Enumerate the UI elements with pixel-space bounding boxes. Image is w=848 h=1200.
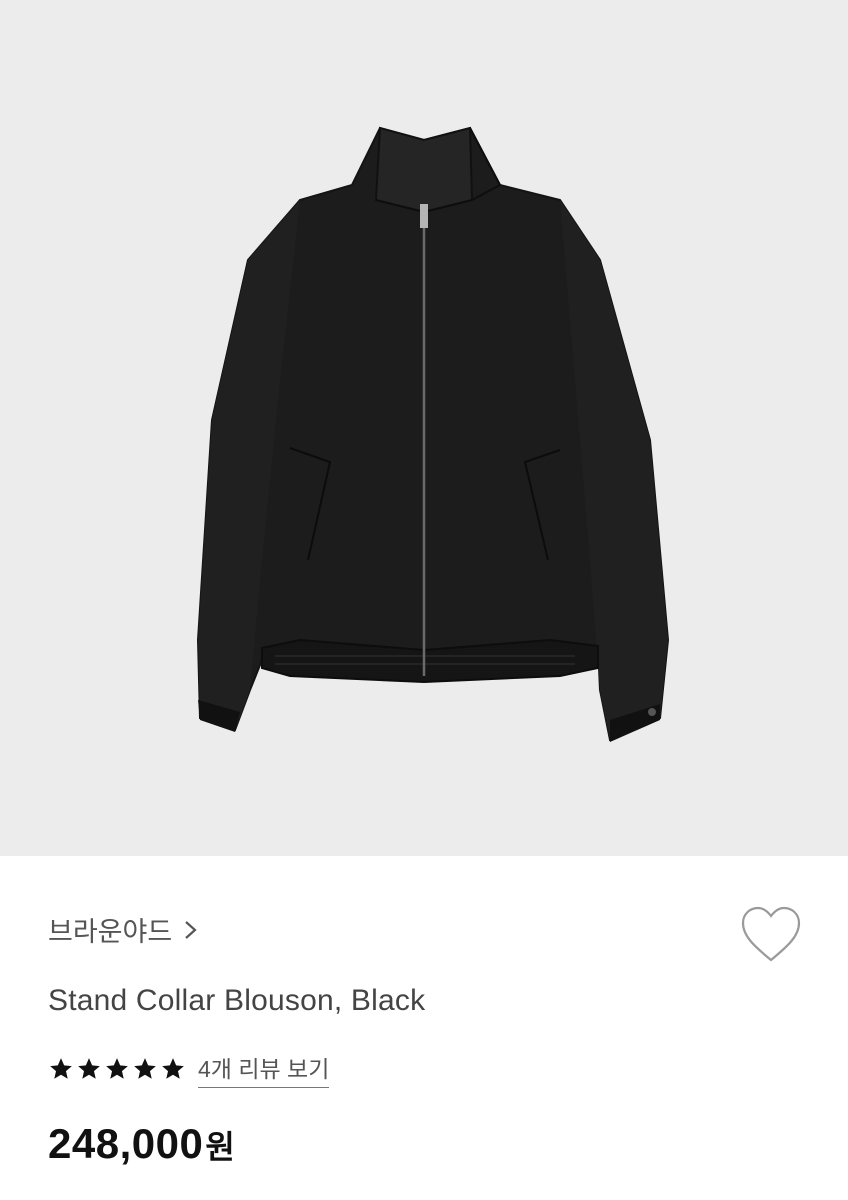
brand-link[interactable]: 브라운야드: [48, 910, 202, 949]
star-icon: [134, 1058, 156, 1079]
price: 248,000 원: [48, 1120, 235, 1168]
product-image[interactable]: [0, 0, 848, 856]
jacket-photo: [196, 126, 670, 742]
rating-row: 4개 리뷰 보기: [48, 1050, 330, 1088]
star-rating: [48, 1056, 186, 1082]
star-icon: [162, 1058, 184, 1079]
price-unit: 원: [205, 1129, 235, 1165]
product-name: Stand Collar Blouson, Black: [48, 984, 426, 1017]
wishlist-button[interactable]: [738, 904, 804, 966]
star-icon: [106, 1058, 128, 1079]
product-detail-page: 브라운야드 Stand Collar Blouson, Black 4개 리뷰 …: [0, 0, 848, 1200]
price-amount: 248,000: [48, 1120, 204, 1167]
heart-outline-icon: [741, 906, 801, 962]
review-link[interactable]: 4개 리뷰 보기: [198, 1050, 330, 1088]
brand-name: 브라운야드: [48, 917, 173, 947]
chevron-right-icon: [185, 920, 197, 939]
star-icon: [50, 1058, 72, 1079]
star-icon: [78, 1058, 100, 1079]
